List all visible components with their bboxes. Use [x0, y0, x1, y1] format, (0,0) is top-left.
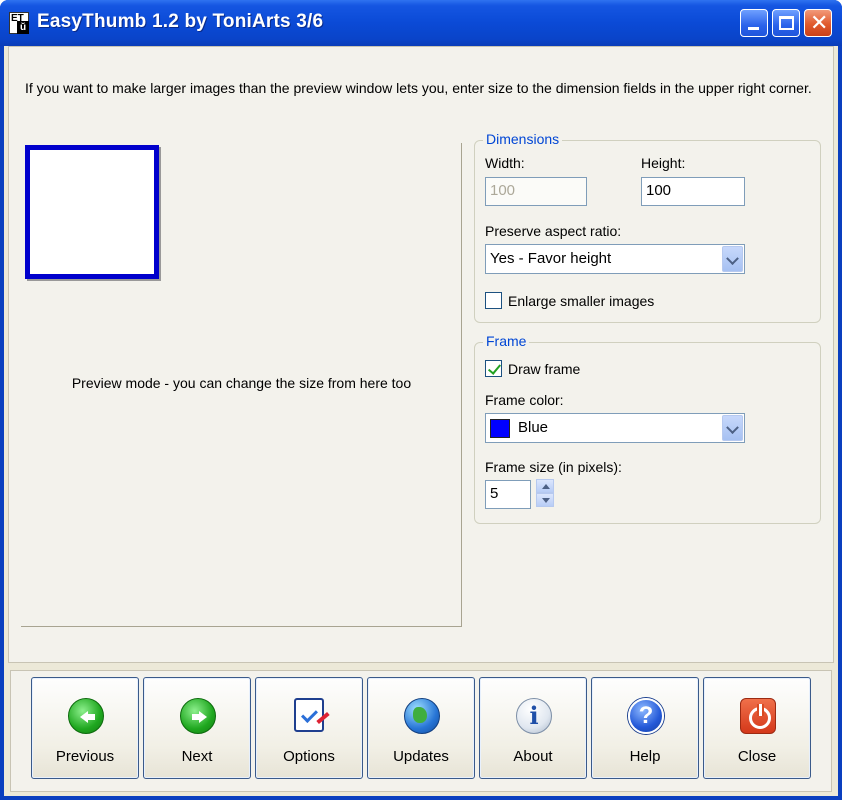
arrow-left-icon	[68, 698, 104, 734]
spin-down-button[interactable]	[536, 493, 554, 507]
frame-color-label: Frame color:	[485, 392, 564, 408]
preview-thumbnail[interactable]	[25, 145, 159, 279]
updates-label: Updates	[393, 748, 449, 765]
height-field[interactable]: 100	[641, 177, 745, 206]
close-label: Close	[737, 748, 777, 765]
draw-frame-checkbox[interactable]	[485, 360, 502, 377]
options-button[interactable]: Options	[255, 677, 363, 779]
power-icon	[740, 698, 776, 734]
frame-color-value: Blue	[518, 419, 549, 436]
button-bar: Previous Next Options Updates i About ? …	[10, 670, 832, 792]
enlarge-label[interactable]: Enlarge smaller images	[508, 293, 654, 309]
draw-frame-label[interactable]: Draw frame	[508, 361, 580, 377]
app-icon[interactable]: ET ŭ	[9, 12, 29, 34]
chevron-down-icon[interactable]	[722, 246, 743, 272]
frame-size-field[interactable]: 5	[485, 480, 531, 509]
previous-button[interactable]: Previous	[31, 677, 139, 779]
info-icon: i	[516, 698, 552, 734]
frame-title: Frame	[483, 333, 530, 349]
arrow-right-icon	[180, 698, 216, 734]
close-window-button[interactable]: ✕	[804, 9, 832, 37]
options-icon	[290, 696, 330, 736]
preview-area: Preview mode - you can change the size f…	[21, 143, 462, 627]
previous-label: Previous	[55, 748, 115, 765]
help-label: Help	[629, 748, 661, 765]
about-label: About	[513, 748, 553, 765]
app-icon-mark: ŭ	[17, 21, 29, 34]
next-label: Next	[181, 748, 213, 765]
help-button[interactable]: ? Help	[591, 677, 699, 779]
frame-group: Frame Draw frame Frame color: Blue Frame…	[474, 333, 821, 524]
chevron-down-icon[interactable]	[722, 415, 743, 441]
options-label: Options	[283, 748, 335, 765]
next-button[interactable]: Next	[143, 677, 251, 779]
updates-button[interactable]: Updates	[367, 677, 475, 779]
enlarge-checkbox[interactable]	[485, 292, 502, 309]
globe-icon	[404, 698, 440, 734]
width-label: Width:	[485, 155, 525, 171]
width-field[interactable]: 100	[485, 177, 587, 206]
client-area: If you want to make larger images than t…	[4, 46, 838, 796]
aspect-ratio-select[interactable]: Yes - Favor height	[485, 244, 745, 274]
aspect-ratio-value: Yes - Favor height	[490, 250, 612, 267]
close-icon: ✕	[810, 10, 829, 35]
preview-mode-text: Preview mode - you can change the size f…	[71, 375, 412, 391]
maximize-button[interactable]	[772, 9, 800, 37]
frame-size-label: Frame size (in pixels):	[485, 459, 622, 475]
dimensions-title: Dimensions	[483, 131, 563, 147]
help-icon: ?	[628, 698, 664, 734]
app-window: ET ŭ EasyThumb 1.2 by ToniArts 3/6 ✕ If …	[0, 0, 842, 800]
height-label: Height:	[641, 155, 686, 171]
main-panel: If you want to make larger images than t…	[8, 46, 834, 663]
close-button[interactable]: Close	[703, 677, 811, 779]
title-bar[interactable]: ET ŭ EasyThumb 1.2 by ToniArts 3/6 ✕	[0, 0, 842, 46]
color-swatch	[490, 419, 510, 438]
window-title: EasyThumb 1.2 by ToniArts 3/6	[37, 11, 324, 32]
dimensions-group: Dimensions Width: 100 Height: 100 Preser…	[474, 131, 821, 323]
about-button[interactable]: i About	[479, 677, 587, 779]
info-text: If you want to make larger images than t…	[25, 80, 812, 96]
frame-color-select[interactable]: Blue	[485, 413, 745, 443]
maximize-icon	[779, 16, 794, 30]
spin-up-button[interactable]	[536, 479, 554, 493]
minimize-button[interactable]	[740, 9, 768, 37]
aspect-ratio-label: Preserve aspect ratio:	[485, 223, 622, 239]
minimize-icon	[748, 27, 759, 30]
